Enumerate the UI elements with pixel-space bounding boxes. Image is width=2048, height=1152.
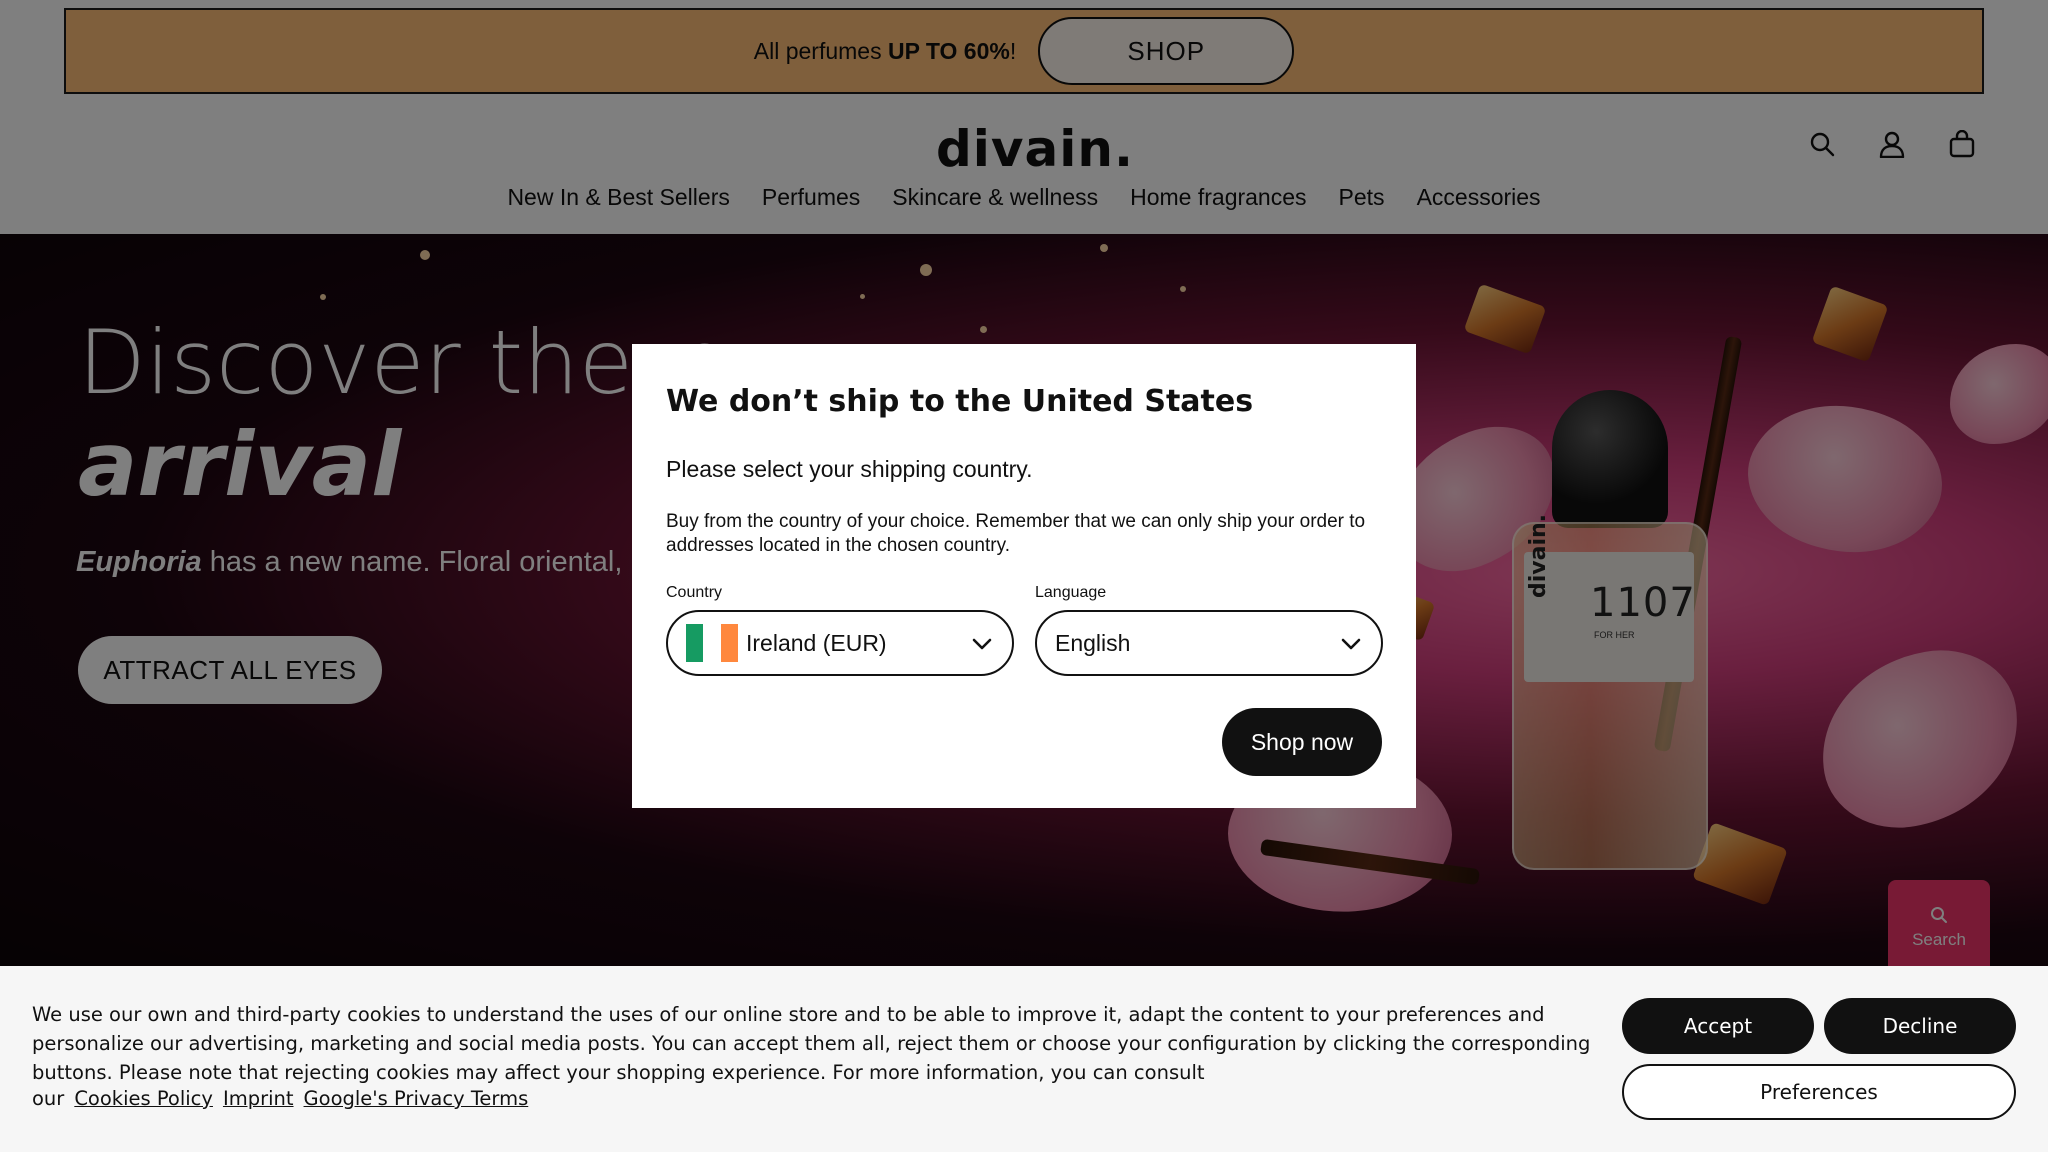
country-select-value: Ireland (EUR)	[746, 629, 887, 656]
shipping-country-modal: We don’t ship to the United States Pleas…	[632, 344, 1416, 808]
google-privacy-terms-link[interactable]: Google's Privacy Terms	[304, 1087, 529, 1110]
country-select[interactable]: Ireland (EUR)	[666, 610, 1014, 676]
cookie-text: We use our own and third-party cookies t…	[32, 1003, 1591, 1084]
cookie-links-prefix: our	[32, 1087, 65, 1110]
cookie-links: our Cookies Policy Imprint Google's Priv…	[32, 1087, 528, 1110]
language-label: Language	[1035, 584, 1107, 601]
chevron-down-icon	[1341, 638, 1361, 650]
modal-title: We don’t ship to the United States	[666, 384, 1254, 419]
modal-subtitle: Please select your shipping country.	[666, 456, 1033, 482]
cookie-banner: We use our own and third-party cookies t…	[0, 966, 2048, 1152]
imprint-link[interactable]: Imprint	[223, 1087, 294, 1110]
cookie-preferences-button[interactable]: Preferences	[1622, 1064, 2016, 1120]
ireland-flag-icon	[686, 624, 738, 662]
accept-cookies-button[interactable]: Accept	[1622, 998, 1814, 1054]
language-select[interactable]: English	[1035, 610, 1383, 676]
decline-cookies-button[interactable]: Decline	[1824, 998, 2016, 1054]
modal-description: Buy from the country of your choice. Rem…	[666, 511, 1366, 556]
chevron-down-icon	[972, 638, 992, 650]
country-label: Country	[666, 584, 723, 601]
shop-now-button[interactable]: Shop now	[1222, 708, 1382, 776]
language-select-value: English	[1055, 629, 1131, 656]
cookies-policy-link[interactable]: Cookies Policy	[74, 1087, 213, 1110]
